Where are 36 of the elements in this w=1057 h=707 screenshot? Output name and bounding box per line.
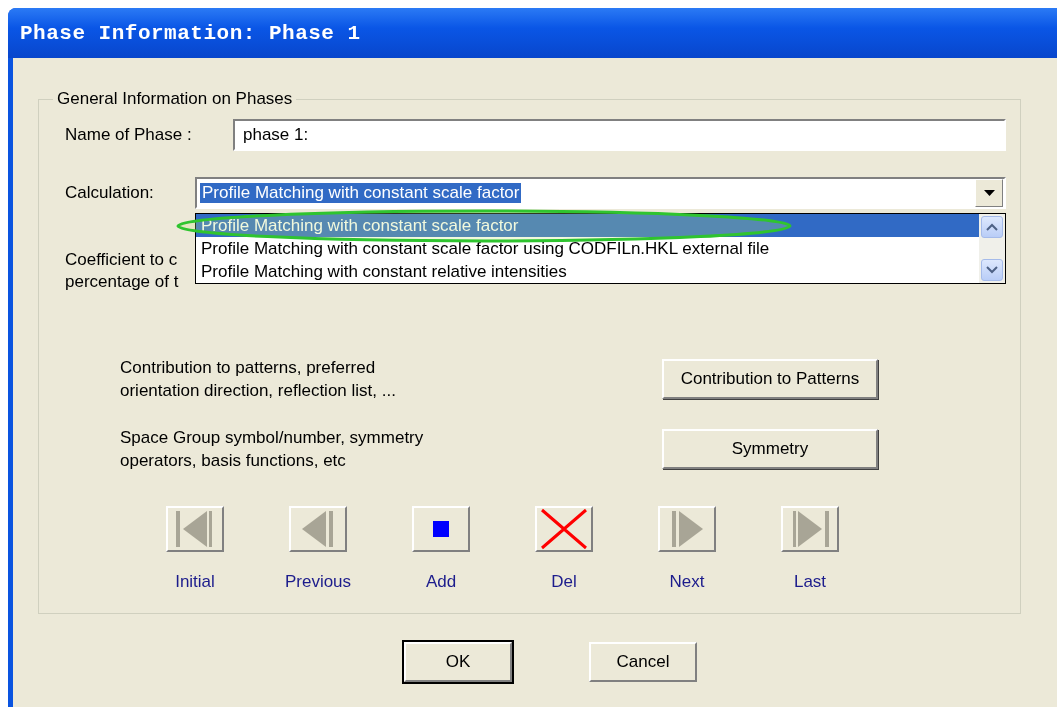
calculation-dropdown[interactable]: Profile Matching with constant scale factor	[195, 177, 1006, 209]
coefficient-label: percentage of t	[65, 271, 179, 293]
window-title: Phase Information: Phase 1	[20, 21, 361, 45]
dropdown-option[interactable]: Profile Matching with constant relative intensities	[196, 260, 979, 283]
chevron-down-icon	[986, 266, 998, 274]
coefficient-label: Coefficient to c	[65, 249, 178, 271]
field-label: Name of Phase :	[65, 125, 193, 145]
dialog-button[interactable]: OK	[404, 642, 512, 682]
previous-button[interactable]	[289, 506, 347, 552]
first-button[interactable]	[166, 506, 224, 552]
scroll-up-button[interactable]	[981, 216, 1003, 238]
dropdown-option[interactable]: Profile Matching with constant scale factor using CODFILn.HKL external file	[196, 237, 979, 260]
name-field[interactable]: phase 1:	[233, 119, 1006, 151]
nav-label: Next	[669, 572, 705, 592]
last-button[interactable]	[781, 506, 839, 552]
dialog-button[interactable]: Cancel	[589, 642, 697, 682]
nav-label: Last	[793, 572, 827, 592]
dropdown-option[interactable]: Profile Matching with constant scale factor	[196, 214, 979, 237]
cross-icon	[539, 508, 589, 550]
delete-button[interactable]	[535, 506, 593, 552]
group-title: General Information on Phases	[56, 89, 294, 109]
dropdown-arrow-icon	[983, 190, 995, 196]
scroll-down-button[interactable]	[981, 259, 1003, 281]
nav-label: Add	[425, 572, 457, 592]
nav-label: Initial	[175, 572, 215, 592]
chevron-up-icon	[986, 223, 998, 231]
nav-label: Previous	[284, 572, 352, 592]
add-button[interactable]	[412, 506, 470, 552]
action-description: Contribution to patterns, preferred orientation direction, reflection list, ...	[120, 357, 397, 402]
field-label: Calculation:	[65, 183, 155, 203]
action-button[interactable]: Contribution to Patterns	[662, 359, 878, 399]
action-description: Space Group symbol/number, symmetry operators, basis functions, etc	[120, 427, 425, 472]
action-button[interactable]: Symmetry	[662, 429, 878, 469]
next-button[interactable]	[658, 506, 716, 552]
nav-label: Del	[551, 572, 577, 592]
square-icon	[433, 521, 449, 537]
